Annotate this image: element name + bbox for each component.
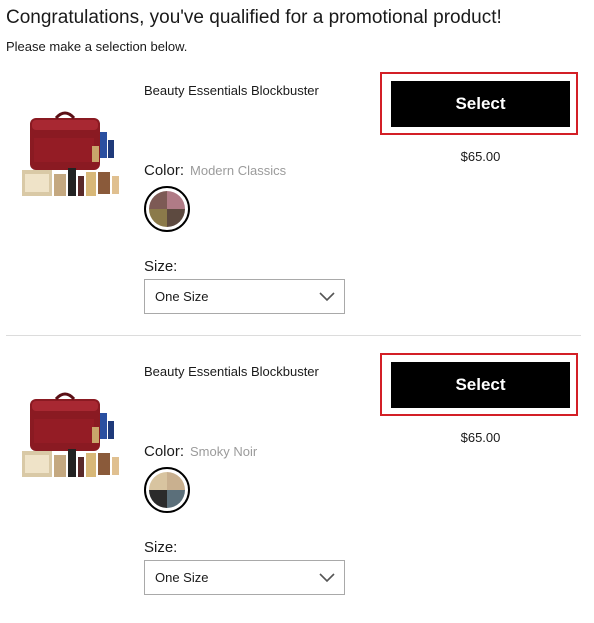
color-swatch[interactable] — [144, 186, 190, 232]
product-image[interactable] — [22, 110, 120, 208]
color-label: Color: — [144, 443, 185, 460]
page-subtitle: Please make a selection below. — [6, 39, 188, 54]
product-name: Beauty Essentials Blockbuster — [144, 83, 319, 98]
select-button[interactable]: Select — [391, 81, 570, 127]
size-dropdown[interactable]: One Size — [144, 279, 345, 314]
color-row: Color: Modern Classics — [144, 162, 286, 180]
color-label: Color: — [144, 162, 185, 179]
select-button[interactable]: Select — [391, 362, 570, 408]
color-row: Color: Smoky Noir — [144, 443, 257, 461]
product-image[interactable] — [22, 391, 120, 489]
color-value: Modern Classics — [190, 163, 287, 178]
page-title: Congratulations, you've qualified for a … — [6, 7, 502, 28]
chevron-down-icon — [319, 573, 335, 583]
swatch-quadrant — [167, 209, 185, 227]
swatch-palette — [149, 472, 185, 508]
size-dropdown[interactable]: One Size — [144, 560, 345, 595]
product-divider — [6, 335, 581, 336]
product-price: $65.00 — [460, 430, 501, 445]
promo-product-card: Beauty Essentials Blockbuster Select $65… — [0, 72, 594, 342]
size-selected-value: One Size — [155, 570, 209, 585]
swatch-quadrant — [167, 490, 185, 508]
swatch-quadrant — [149, 191, 167, 209]
swatch-quadrant — [149, 472, 167, 490]
promo-product-card: Beauty Essentials Blockbuster Select $65… — [0, 353, 594, 623]
size-selected-value: One Size — [155, 289, 209, 304]
size-label: Size: — [144, 539, 178, 556]
color-value: Smoky Noir — [190, 444, 258, 459]
product-name: Beauty Essentials Blockbuster — [144, 364, 319, 379]
chevron-down-icon — [319, 292, 335, 302]
swatch-quadrant — [167, 191, 185, 209]
swatch-quadrant — [149, 490, 167, 508]
swatch-quadrant — [149, 209, 167, 227]
size-label: Size: — [144, 258, 178, 275]
swatch-palette — [149, 191, 185, 227]
color-swatch[interactable] — [144, 467, 190, 513]
swatch-quadrant — [167, 472, 185, 490]
product-price: $65.00 — [460, 149, 501, 164]
